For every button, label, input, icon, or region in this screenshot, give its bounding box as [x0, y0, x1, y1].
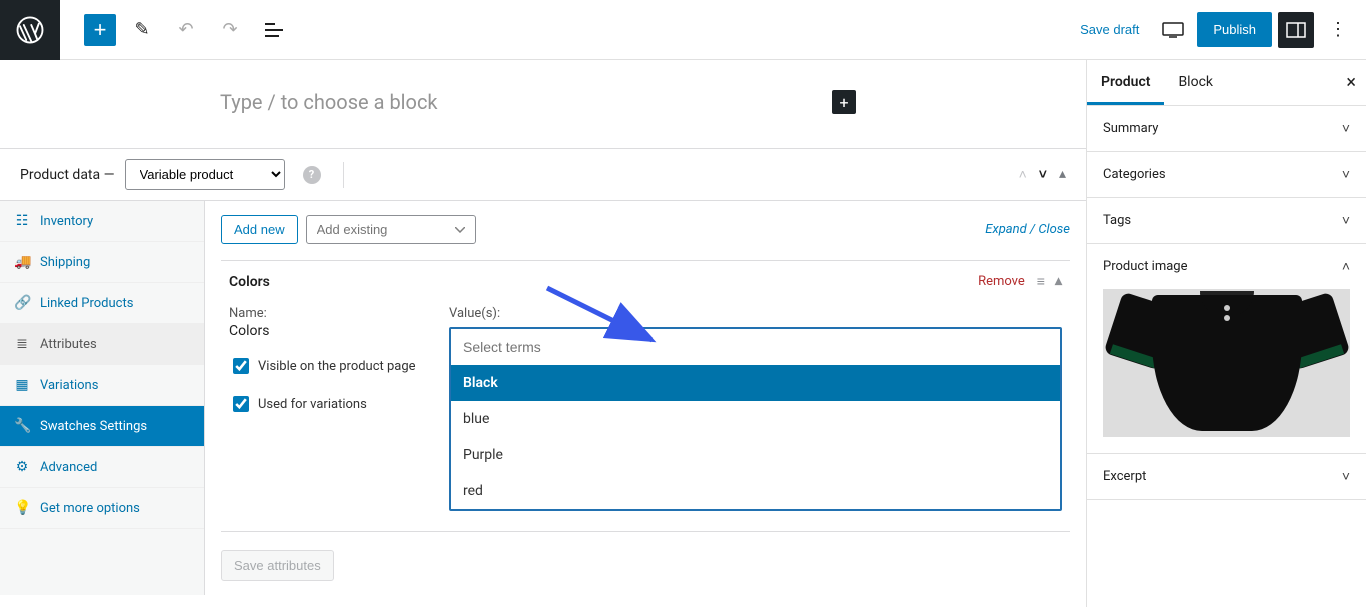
shipping-icon: 🚚	[14, 254, 30, 270]
publish-button[interactable]: Publish	[1197, 12, 1272, 47]
more-options-icon[interactable]: ⋮	[1320, 12, 1356, 48]
add-existing-attribute-select[interactable]: Add existing	[306, 215, 476, 244]
used-for-variations-checkbox[interactable]: Used for variations	[229, 393, 419, 415]
expand-collapse-link[interactable]: Expand / Close	[985, 222, 1070, 237]
sidebar-tab-product[interactable]: Product	[1087, 60, 1164, 105]
settings-sidebar-toggle[interactable]	[1278, 12, 1314, 48]
values-term-select[interactable]: Black blue Purple red	[449, 327, 1062, 511]
metabox-move-down-icon[interactable]: ˅	[1039, 166, 1047, 183]
attribute-menu-icon[interactable]: ≡	[1037, 273, 1045, 290]
chevron-down-icon: ˅	[1342, 212, 1350, 229]
tab-get-more-options[interactable]: 💡Get more options	[0, 488, 204, 529]
gear-icon: ⚙	[14, 459, 30, 475]
save-draft-button[interactable]: Save draft	[1070, 22, 1149, 37]
remove-attribute-link[interactable]: Remove	[978, 274, 1025, 289]
panel-categories[interactable]: Categories˅	[1087, 152, 1366, 198]
variations-icon: ▦	[14, 377, 30, 393]
product-data-label: Product data —	[20, 167, 115, 183]
visible-on-page-checkbox[interactable]: Visible on the product page	[229, 355, 419, 377]
lightbulb-icon: 💡	[14, 500, 30, 516]
select-terms-input[interactable]	[451, 329, 1060, 365]
help-icon[interactable]: ?	[303, 166, 321, 184]
sidebar-tab-block[interactable]: Block	[1164, 60, 1227, 105]
block-placeholder-text[interactable]: Type / to choose a block	[220, 90, 438, 114]
chevron-down-icon: ˅	[1342, 120, 1350, 137]
sidebar-close-icon[interactable]: ×	[1346, 72, 1356, 93]
edit-mode-icon[interactable]: ✎	[124, 12, 160, 48]
tab-attributes[interactable]: ≣Attributes	[0, 324, 204, 365]
chevron-up-icon: ˄	[1342, 258, 1350, 275]
tab-variations[interactable]: ▦Variations	[0, 365, 204, 406]
attributes-icon: ≣	[14, 336, 30, 352]
term-dropdown-list: Black blue Purple red	[451, 365, 1060, 509]
save-attributes-button: Save attributes	[221, 550, 334, 581]
metabox-move-up-icon[interactable]: ˄	[1019, 166, 1027, 183]
inventory-icon: ☷	[14, 213, 30, 229]
term-option-purple[interactable]: Purple	[451, 437, 1060, 473]
attribute-title: Colors	[229, 274, 270, 290]
tab-advanced[interactable]: ⚙Advanced	[0, 447, 204, 488]
tab-shipping[interactable]: 🚚Shipping	[0, 242, 204, 283]
wordpress-logo[interactable]	[0, 0, 60, 60]
panel-product-image-header[interactable]: Product image˄	[1087, 244, 1366, 289]
used-for-variations-input[interactable]	[233, 396, 249, 412]
panel-excerpt[interactable]: Excerpt˅	[1087, 454, 1366, 500]
product-type-select[interactable]: Variable product	[125, 159, 285, 190]
chevron-down-icon: ˅	[1342, 166, 1350, 183]
redo-icon[interactable]: ↷	[212, 12, 248, 48]
wrench-icon: 🔧	[14, 418, 30, 434]
name-label: Name:	[229, 306, 419, 321]
add-new-attribute-button[interactable]: Add new	[221, 215, 298, 244]
inline-add-block-button[interactable]: +	[832, 90, 856, 114]
name-value: Colors	[229, 323, 419, 339]
attribute-collapse-icon[interactable]: ▴	[1055, 273, 1062, 290]
tab-inventory[interactable]: ☷Inventory	[0, 201, 204, 242]
polo-shirt-image	[1112, 289, 1342, 437]
term-option-blue[interactable]: blue	[451, 401, 1060, 437]
values-label: Value(s):	[449, 306, 1062, 321]
panel-summary[interactable]: Summary˅	[1087, 106, 1366, 152]
undo-icon[interactable]: ↶	[168, 12, 204, 48]
product-image-thumbnail[interactable]	[1103, 289, 1350, 437]
document-outline-icon[interactable]	[256, 12, 292, 48]
metabox-collapse-icon[interactable]: ▴	[1059, 166, 1066, 183]
visible-on-page-input[interactable]	[233, 358, 249, 374]
tab-linked-products[interactable]: 🔗Linked Products	[0, 283, 204, 324]
chevron-down-icon: ˅	[1342, 468, 1350, 485]
add-block-button[interactable]: +	[84, 14, 116, 46]
preview-devices-icon[interactable]	[1155, 12, 1191, 48]
term-option-black[interactable]: Black	[451, 365, 1060, 401]
panel-tags[interactable]: Tags˅	[1087, 198, 1366, 244]
term-option-red[interactable]: red	[451, 473, 1060, 509]
tab-swatches-settings[interactable]: 🔧Swatches Settings	[0, 406, 204, 447]
link-icon: 🔗	[14, 295, 30, 311]
